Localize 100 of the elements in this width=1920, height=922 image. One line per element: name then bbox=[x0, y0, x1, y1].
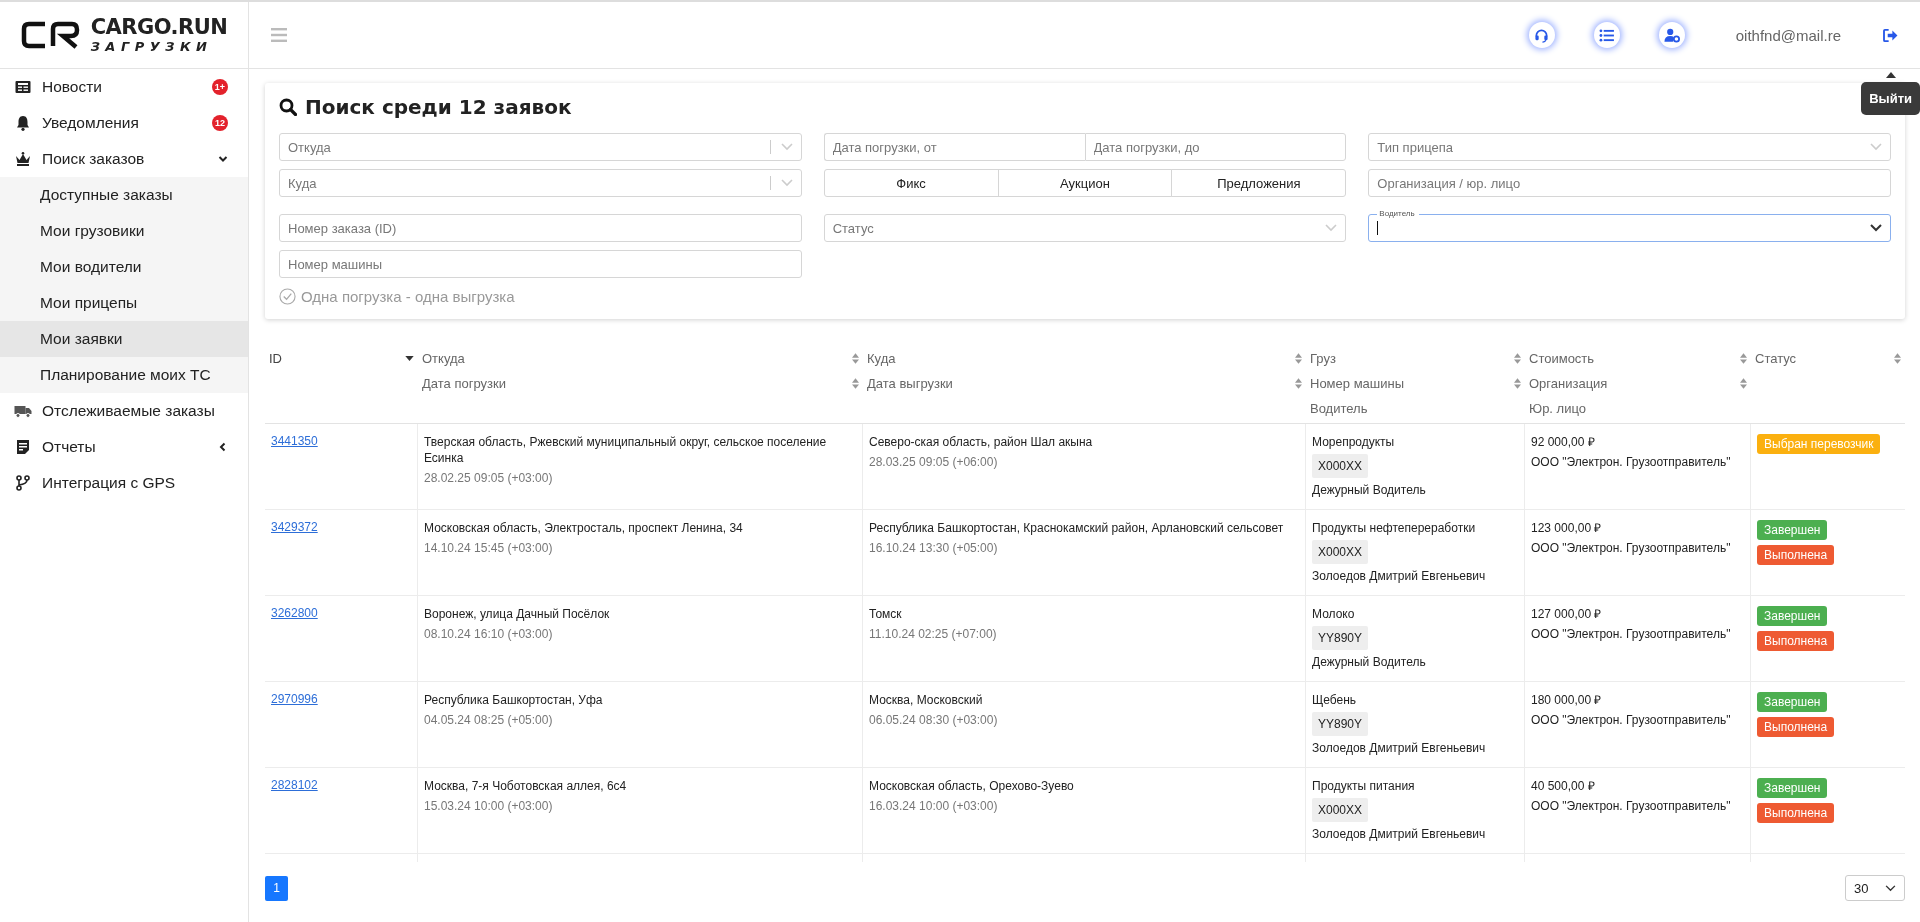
table-cell: Дежурный Водитель bbox=[1312, 654, 1426, 670]
sidebar-subitem[interactable]: Доступные заказы bbox=[0, 177, 248, 213]
page-button[interactable]: 1 bbox=[265, 875, 288, 901]
table-cell: Продукты нефтепереработки bbox=[1312, 520, 1476, 536]
order-id-link[interactable]: 3441350 bbox=[271, 434, 318, 448]
column-header[interactable]: Организация bbox=[1529, 375, 1608, 391]
table-cell: ООО "Электрон. Грузоотправитель" bbox=[1531, 712, 1731, 728]
status-badge: Завершен bbox=[1757, 692, 1828, 712]
logo-subtitle: ЗАГРУЗКИ bbox=[90, 40, 214, 53]
select-field[interactable]: Куда bbox=[279, 169, 802, 197]
count-badge: 12 bbox=[212, 115, 228, 131]
table-cell: 16.10.24 13:30 (+05:00) bbox=[869, 540, 998, 556]
user-settings-button[interactable] bbox=[1658, 22, 1685, 48]
column-header[interactable]: Куда bbox=[867, 350, 896, 366]
search-icon bbox=[279, 98, 297, 116]
menu-icon[interactable] bbox=[271, 28, 287, 42]
logout-icon[interactable] bbox=[1883, 28, 1898, 42]
order-id-link[interactable]: 3429372 bbox=[271, 520, 318, 534]
select-field[interactable]: Откуда bbox=[279, 133, 802, 161]
table-cell: Москва, Московский bbox=[869, 692, 983, 708]
column-header[interactable]: ID bbox=[269, 350, 282, 366]
column-header[interactable]: Статус bbox=[1755, 350, 1797, 366]
sort-icon[interactable] bbox=[852, 352, 859, 364]
plate-number: YY890Y bbox=[1312, 626, 1369, 650]
check-circle-icon bbox=[279, 288, 296, 305]
sidebar-item[interactable]: Отчеты bbox=[0, 429, 248, 465]
table-cell: 123 000,00 ₽ bbox=[1531, 520, 1602, 536]
column-header[interactable]: Груз bbox=[1310, 350, 1336, 366]
table-cell: 15.03.24 10:00 (+03:00) bbox=[424, 798, 553, 814]
column-header[interactable]: Юр. лицо bbox=[1529, 400, 1586, 416]
sidebar-item[interactable]: Уведомления 12 bbox=[0, 105, 248, 141]
sidebar-subitem[interactable]: Мои грузовики bbox=[0, 213, 248, 249]
bell-icon bbox=[14, 115, 32, 131]
table-cell: 28.03.25 09:05 (+06:00) bbox=[869, 454, 998, 470]
order-id-link[interactable]: 3262800 bbox=[271, 606, 318, 620]
page-size-select[interactable]: 30 bbox=[1845, 875, 1905, 901]
user-email: oithfnd@mail.re bbox=[1735, 26, 1841, 44]
date-field[interactable]: Дата погрузки, до bbox=[1084, 133, 1347, 161]
input-field[interactable]: Номер заказа (ID) bbox=[279, 214, 802, 242]
sidebar-subitem[interactable]: Мои прицепы bbox=[0, 285, 248, 321]
list-button[interactable] bbox=[1593, 22, 1620, 48]
segment-button[interactable]: Фикс bbox=[823, 169, 999, 197]
status-badge: Завершен bbox=[1757, 606, 1828, 626]
table-cell: 08.10.24 16:10 (+03:00) bbox=[424, 626, 553, 642]
chevron-down-icon bbox=[1870, 224, 1882, 232]
table-cell: 11.10.24 02:25 (+07:00) bbox=[869, 626, 997, 642]
chevron-down-icon bbox=[780, 179, 793, 187]
column-header[interactable]: Дата выгрузки bbox=[867, 375, 953, 391]
status-badge: Выполнена bbox=[1757, 717, 1835, 737]
sidebar-item[interactable]: Отслеживаемые заказы bbox=[0, 393, 248, 429]
sort-icon[interactable] bbox=[1740, 352, 1747, 364]
column-header[interactable]: Стоимость bbox=[1529, 350, 1595, 366]
sort-down-icon[interactable] bbox=[405, 355, 414, 361]
sidebar-item[interactable]: Новости 1+ bbox=[0, 69, 248, 105]
table-cell: 06.05.24 08:30 (+03:00) bbox=[869, 712, 998, 728]
table-cell: 127 000,00 ₽ bbox=[1531, 606, 1602, 622]
count-badge: 1+ bbox=[212, 79, 228, 95]
tooltip: Выйти bbox=[1861, 72, 1920, 115]
search-title: Поиск среди 12 заявок bbox=[305, 95, 572, 119]
plate-number: X000XX bbox=[1312, 454, 1369, 478]
table-cell: ООО "Электрон. Грузоотправитель" bbox=[1531, 798, 1731, 814]
sort-icon[interactable] bbox=[1295, 352, 1302, 364]
status-badge: Завершен bbox=[1757, 520, 1828, 540]
status-badge: Выполнена bbox=[1757, 545, 1835, 565]
sort-icon[interactable] bbox=[1514, 352, 1521, 364]
logo-icon bbox=[20, 20, 81, 50]
select-field[interactable]: Тип прицепа bbox=[1368, 133, 1891, 161]
input-field[interactable]: Номер машины bbox=[279, 250, 802, 278]
table-cell: Республика Башкортостан, Уфа bbox=[424, 692, 603, 708]
status-badge: Завершен bbox=[1757, 778, 1828, 798]
sort-icon[interactable] bbox=[1514, 377, 1521, 389]
column-header[interactable]: Откуда bbox=[422, 350, 465, 366]
order-id-link[interactable]: 2828102 bbox=[271, 778, 318, 792]
status-badge: Выполнена bbox=[1757, 803, 1835, 823]
support-button[interactable] bbox=[1528, 22, 1555, 48]
table-cell: 16.03.24 10:00 (+03:00) bbox=[869, 798, 998, 814]
sort-icon[interactable] bbox=[1740, 377, 1747, 389]
table-cell: 04.05.24 08:25 (+05:00) bbox=[424, 712, 553, 728]
select-field[interactable]: Статус bbox=[823, 214, 1347, 242]
sort-icon[interactable] bbox=[1894, 352, 1901, 364]
sidebar-item[interactable]: Интеграция с GPS bbox=[0, 465, 248, 501]
sidebar-subitem[interactable]: Мои водители bbox=[0, 249, 248, 285]
table-cell: 92 000,00 ₽ bbox=[1531, 434, 1595, 450]
sidebar-subitem[interactable]: Мои заявки bbox=[0, 321, 248, 357]
table-cell: Московская область, Орехово-Зуево bbox=[869, 778, 1074, 794]
segment-button[interactable]: Предложения bbox=[1171, 169, 1347, 197]
segment-button[interactable]: Аукцион bbox=[997, 169, 1173, 197]
date-field[interactable]: Дата погрузки, от bbox=[823, 133, 1085, 161]
input-field[interactable]: Организация / юр. лицо bbox=[1368, 169, 1891, 197]
sidebar-item[interactable]: Поиск заказов bbox=[0, 141, 248, 177]
sidebar-subitem[interactable]: Планирование моих ТС bbox=[0, 357, 248, 393]
sort-icon[interactable] bbox=[1295, 377, 1302, 389]
column-header[interactable]: Дата погрузки bbox=[422, 375, 506, 391]
crown-icon bbox=[14, 151, 32, 167]
table-cell: ООО "Электрон. Грузоотправитель" bbox=[1531, 540, 1731, 556]
column-header[interactable]: Номер машины bbox=[1310, 375, 1404, 391]
column-header[interactable]: Водитель bbox=[1310, 400, 1368, 416]
sort-icon[interactable] bbox=[852, 377, 859, 389]
table-cell: Золоедов Дмитрий Евгеньевич bbox=[1312, 740, 1486, 756]
order-id-link[interactable]: 2970996 bbox=[271, 692, 318, 706]
